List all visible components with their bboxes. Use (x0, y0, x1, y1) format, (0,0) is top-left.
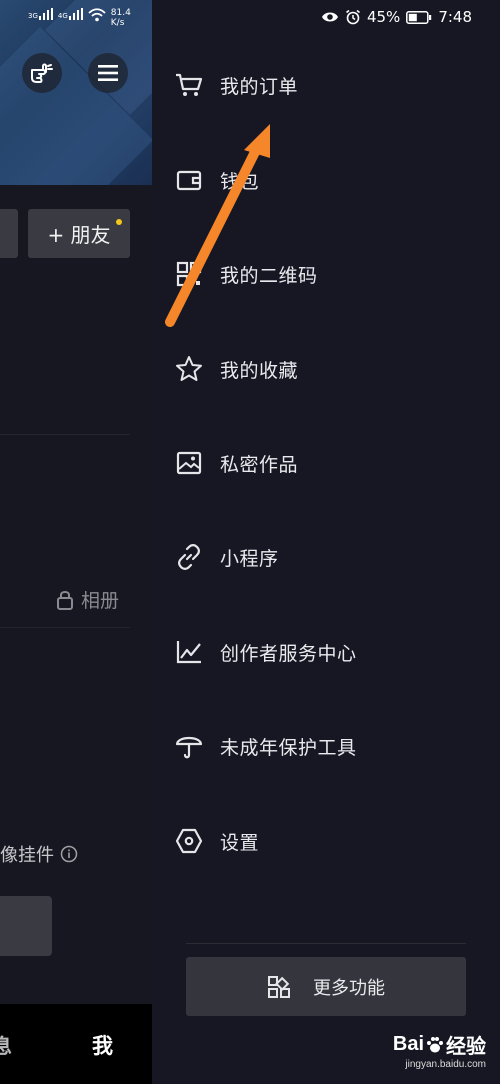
signal-4g: 4G (58, 8, 83, 20)
cart-icon (174, 70, 204, 100)
hexagon-settings-icon (174, 826, 204, 856)
pointing-hand-icon (31, 63, 53, 83)
menu-item-label: 钱包 (220, 170, 260, 193)
tab-me[interactable]: 我 (92, 1030, 113, 1060)
menu-item-creator-center[interactable]: 创作者服务中心 (174, 627, 357, 677)
more-features-label: 更多功能 (313, 977, 385, 999)
star-icon (174, 354, 204, 384)
menu-item-label: 小程序 (220, 547, 279, 570)
notification-dot (116, 219, 122, 225)
bottom-tab-bar (0, 1004, 152, 1084)
menu-item-private-works[interactable]: 私密作品 (174, 438, 298, 488)
link-icon (174, 542, 204, 572)
logo-prefix: Bai (392, 1033, 424, 1055)
menu-item-qrcode[interactable]: 我的二维码 (174, 249, 318, 299)
wifi-icon (88, 8, 106, 22)
divider (0, 434, 130, 435)
signal-bars-icon (68, 8, 83, 20)
menu-item-mini-program[interactable]: 小程序 (174, 532, 279, 582)
eye-icon (321, 12, 338, 22)
menu-item-minor-protection[interactable]: 未成年保护工具 (174, 721, 357, 771)
widget-label: 像挂件 (0, 845, 54, 866)
network-speed: 81.4 K/s (111, 8, 131, 28)
menu-button[interactable] (88, 53, 128, 93)
logo-suffix: 经验 (446, 1036, 486, 1058)
paw-icon (427, 1036, 443, 1052)
more-features-button[interactable]: 更多功能 (186, 957, 466, 1016)
chart-line-icon (174, 637, 204, 667)
clock-time: 7:48 (438, 8, 472, 26)
umbrella-icon (174, 731, 204, 761)
add-friend-label: + 朋友 (47, 223, 111, 247)
widget-row[interactable]: 像挂件 (0, 841, 78, 867)
grid-apps-icon (268, 975, 290, 998)
tab-message[interactable]: 息 (0, 1030, 12, 1059)
menu-item-label: 创作者服务中心 (220, 642, 357, 665)
edit-profile-button[interactable] (0, 209, 18, 258)
watermark-url: jingyan.baidu.com (405, 1059, 486, 1070)
menu-item-label: 设置 (220, 831, 260, 854)
status-bar-right: 45% 7:48 (321, 8, 472, 26)
lock-icon (57, 590, 73, 610)
signal-3g: 3G (28, 8, 53, 20)
info-icon (60, 845, 78, 863)
signal-label: 3G (28, 12, 38, 20)
battery-icon (406, 10, 432, 24)
hamburger-icon (98, 65, 118, 81)
menu-item-wallet[interactable]: 钱包 (174, 155, 259, 205)
speed-unit: K/s (110, 18, 125, 28)
menu-item-favorites[interactable]: 我的收藏 (174, 344, 298, 394)
speed-value: 81.4 (110, 8, 131, 18)
signal-label: 4G (57, 12, 68, 20)
signal-bars-icon (38, 8, 53, 20)
baidu-logo: Bai 经验 (393, 1030, 486, 1059)
battery-percent: 45% (366, 8, 401, 26)
profile-page-background: + 朋友 相册 像挂件 息 我 3G 4G 81.4 K/s (0, 0, 152, 1084)
baidu-watermark: Bai 经验 jingyan.baidu.com (393, 1030, 486, 1070)
add-friend-button[interactable]: + 朋友 (28, 209, 130, 258)
content-card[interactable] (0, 896, 52, 956)
pointing-hand-button[interactable] (22, 53, 62, 93)
side-drawer: 45% 7:48 我的订单 钱包 我的二维码 我的收藏 私密作品 小程序 创作者… (152, 0, 500, 1084)
menu-item-label: 私密作品 (220, 453, 299, 476)
divider (186, 943, 466, 944)
menu-item-label: 我的订单 (220, 75, 299, 98)
qrcode-icon (174, 259, 204, 289)
menu-item-settings[interactable]: 设置 (174, 816, 259, 866)
status-bar-left: 3G 4G 81.4 K/s (28, 8, 131, 28)
image-icon (174, 448, 204, 478)
alarm-icon (345, 9, 360, 25)
wallet-icon (174, 165, 204, 195)
album-label: 相册 (81, 590, 120, 612)
menu-item-label: 我的二维码 (220, 264, 318, 287)
menu-item-orders[interactable]: 我的订单 (174, 60, 298, 110)
divider (0, 627, 130, 628)
album-tab[interactable]: 相册 (55, 586, 119, 613)
menu-item-label: 我的收藏 (220, 359, 299, 382)
menu-item-label: 未成年保护工具 (220, 736, 357, 759)
